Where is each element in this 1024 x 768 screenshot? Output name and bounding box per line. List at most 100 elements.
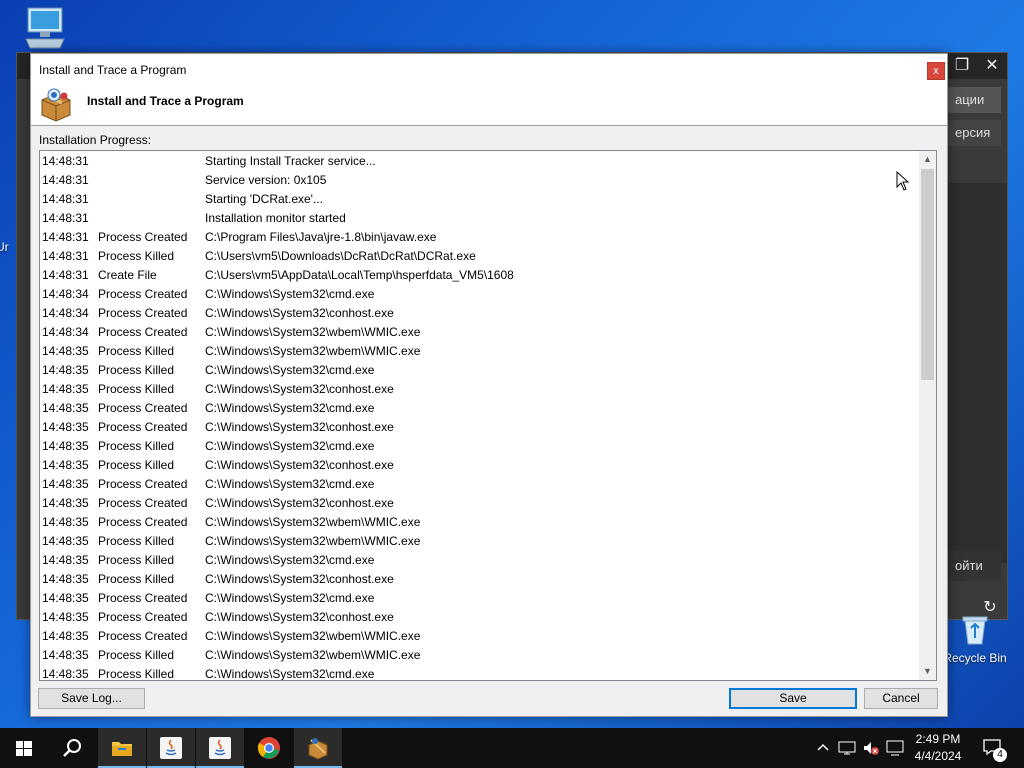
log-detail: C:\Windows\System32\wbem\WMIC.exe bbox=[205, 629, 421, 643]
log-detail: C:\Windows\System32\cmd.exe bbox=[205, 287, 375, 301]
log-time: 14:48:31 bbox=[42, 230, 89, 244]
installer-icon bbox=[308, 738, 328, 760]
start-button[interactable] bbox=[0, 728, 48, 768]
log-row[interactable]: 14:48:35 Process Killed C:\Windows\System3… bbox=[40, 437, 920, 456]
background-button[interactable]: ойти bbox=[947, 551, 1001, 581]
log-detail: C:\Windows\System32\conhost.exe bbox=[205, 610, 394, 624]
cancel-button[interactable]: Cancel bbox=[864, 688, 938, 709]
log-detail: C:\Windows\System32\conhost.exe bbox=[205, 458, 394, 472]
taskbar-installer[interactable] bbox=[294, 728, 342, 768]
network-icon[interactable] bbox=[838, 740, 856, 759]
volume-muted-icon[interactable] bbox=[862, 740, 880, 759]
installation-progress-label: Installation Progress: bbox=[39, 133, 152, 147]
java-icon bbox=[160, 737, 182, 759]
this-pc-desktop-icon[interactable] bbox=[10, 6, 80, 55]
log-time: 14:48:31 bbox=[42, 173, 89, 187]
log-row[interactable]: 14:48:35 Process Created C:\Windows\System… bbox=[40, 627, 920, 646]
log-row[interactable]: 14:48:35 Process Killed C:\Windows\System3… bbox=[40, 532, 920, 551]
background-tab-1[interactable]: ации bbox=[947, 87, 1001, 113]
log-row[interactable]: 14:48:35 Process Created C:\Windows\System… bbox=[40, 399, 920, 418]
log-row[interactable]: 14:48:35 Process Killed C:\Windows\System3… bbox=[40, 570, 920, 589]
log-detail: C:\Windows\System32\cmd.exe bbox=[205, 667, 375, 681]
maximize-icon[interactable]: ❐ bbox=[949, 56, 975, 76]
log-row[interactable]: 14:48:34 Process Created C:\Windows\System… bbox=[40, 304, 920, 323]
start-icon bbox=[16, 741, 32, 756]
dialog-header-title: Install and Trace a Program bbox=[87, 94, 244, 108]
log-row[interactable]: 14:48:35 Process Killed C:\Windows\System3… bbox=[40, 380, 920, 399]
log-row[interactable]: 14:48:35 Process Created C:\Windows\System… bbox=[40, 494, 920, 513]
log-action: Process Created bbox=[98, 591, 188, 605]
log-row[interactable]: 14:48:35 Process Killed C:\Windows\System3… bbox=[40, 361, 920, 380]
scroll-thumb[interactable] bbox=[921, 169, 934, 380]
log-scrollbar[interactable]: ▲ ▼ bbox=[919, 151, 936, 680]
log-time: 14:48:31 bbox=[42, 268, 89, 282]
log-detail: C:\Windows\System32\cmd.exe bbox=[205, 591, 375, 605]
save-button[interactable]: Save bbox=[729, 688, 857, 709]
log-detail: C:\Windows\System32\conhost.exe bbox=[205, 572, 394, 586]
log-row[interactable]: 14:48:31 Process Killed C:\Users\vm5\Downl… bbox=[40, 247, 920, 266]
recycle-bin-label: Recycle Bin bbox=[943, 651, 1007, 665]
log-row[interactable]: 14:48:31 Starting Install Tracker service… bbox=[40, 152, 920, 171]
log-time: 14:48:31 bbox=[42, 211, 89, 225]
log-row[interactable]: 14:48:35 Process Created C:\Windows\System… bbox=[40, 513, 920, 532]
installation-log-list[interactable]: 14:48:31 Starting Install Tracker service… bbox=[39, 150, 937, 681]
log-row[interactable]: 14:48:35 Process Created C:\Windows\System… bbox=[40, 589, 920, 608]
log-row[interactable]: 14:48:31 Service version: 0x105 bbox=[40, 171, 920, 190]
log-action: Process Killed bbox=[98, 439, 175, 453]
log-action: Process Created bbox=[98, 401, 188, 415]
log-row[interactable]: 14:48:31 Starting 'DCRat.exe'... bbox=[40, 190, 920, 209]
log-action: Process Killed bbox=[98, 458, 175, 472]
log-action: Process Created bbox=[98, 325, 188, 339]
taskbar: 2:49 PM 4/4/2024 4 bbox=[0, 728, 1024, 768]
log-detail: C:\Windows\System32\conhost.exe bbox=[205, 382, 394, 396]
log-row[interactable]: 14:48:35 Process Created C:\Windows\System… bbox=[40, 475, 920, 494]
scroll-down-icon[interactable]: ▼ bbox=[919, 663, 936, 680]
log-row[interactable]: 14:48:35 Process Killed C:\Windows\System3… bbox=[40, 342, 920, 361]
log-rows: 14:48:31 Starting Install Tracker service… bbox=[40, 152, 920, 681]
dialog-titlebar[interactable]: Install and Trace a Program x bbox=[31, 54, 947, 84]
log-row[interactable]: 14:48:35 Process Killed C:\Windows\System3… bbox=[40, 551, 920, 570]
log-row[interactable]: 14:48:31 Installation monitor started bbox=[40, 209, 920, 228]
log-time: 14:48:35 bbox=[42, 629, 89, 643]
log-row[interactable]: 14:48:34 Process Created C:\Windows\System… bbox=[40, 285, 920, 304]
log-row[interactable]: 14:48:35 Process Killed C:\Windows\System3… bbox=[40, 665, 920, 681]
log-action: Process Killed bbox=[98, 553, 175, 567]
log-detail: C:\Windows\System32\wbem\WMIC.exe bbox=[205, 534, 421, 548]
log-action: Process Killed bbox=[98, 572, 175, 586]
display-icon[interactable] bbox=[886, 740, 904, 759]
log-action: Process Created bbox=[98, 230, 188, 244]
background-tab-2[interactable]: ерсия bbox=[947, 120, 1001, 146]
log-row[interactable]: 14:48:35 Process Killed C:\Windows\System3… bbox=[40, 646, 920, 665]
log-time: 14:48:35 bbox=[42, 591, 89, 605]
log-row[interactable]: 14:48:35 Process Created C:\Windows\System… bbox=[40, 608, 920, 627]
recycle-bin-desktop-icon[interactable]: Recycle Bin bbox=[940, 612, 1010, 665]
background-button-label: ойти bbox=[955, 558, 983, 573]
background-panel bbox=[947, 183, 1007, 563]
log-row[interactable]: 14:48:35 Process Killed C:\Windows\System3… bbox=[40, 456, 920, 475]
taskbar-chrome[interactable] bbox=[245, 728, 293, 768]
log-time: 14:48:35 bbox=[42, 610, 89, 624]
log-row[interactable]: 14:48:31 Create File C:\Users\vm5\AppData\… bbox=[40, 266, 920, 285]
log-row[interactable]: 14:48:35 Process Created C:\Windows\System… bbox=[40, 418, 920, 437]
recycle-bin-icon bbox=[940, 612, 1010, 649]
log-detail: C:\Windows\System32\wbem\WMIC.exe bbox=[205, 325, 421, 339]
background-tab-2-label: ерсия bbox=[955, 125, 991, 140]
save-log-button[interactable]: Save Log... bbox=[38, 688, 145, 709]
log-row[interactable]: 14:48:34 Process Created C:\Windows\System… bbox=[40, 323, 920, 342]
taskbar-clock[interactable]: 2:49 PM 4/4/2024 bbox=[904, 731, 972, 765]
log-time: 14:48:35 bbox=[42, 477, 89, 491]
log-action: Process Created bbox=[98, 515, 188, 529]
log-time: 14:48:35 bbox=[42, 420, 89, 434]
log-detail: C:\Windows\System32\cmd.exe bbox=[205, 363, 375, 377]
taskbar-file-explorer[interactable] bbox=[98, 728, 146, 768]
taskbar-java-app-2[interactable] bbox=[196, 728, 244, 768]
close-icon[interactable]: ✕ bbox=[979, 56, 1005, 76]
scroll-up-icon[interactable]: ▲ bbox=[919, 151, 936, 168]
taskbar-java-app-1[interactable] bbox=[147, 728, 195, 768]
chevron-up-icon[interactable] bbox=[816, 740, 830, 757]
search-button[interactable] bbox=[48, 728, 96, 768]
log-time: 14:48:35 bbox=[42, 553, 89, 567]
close-button[interactable]: x bbox=[927, 62, 945, 80]
log-row[interactable]: 14:48:31 Process Created C:\Program Files\… bbox=[40, 228, 920, 247]
search-icon bbox=[63, 739, 81, 757]
